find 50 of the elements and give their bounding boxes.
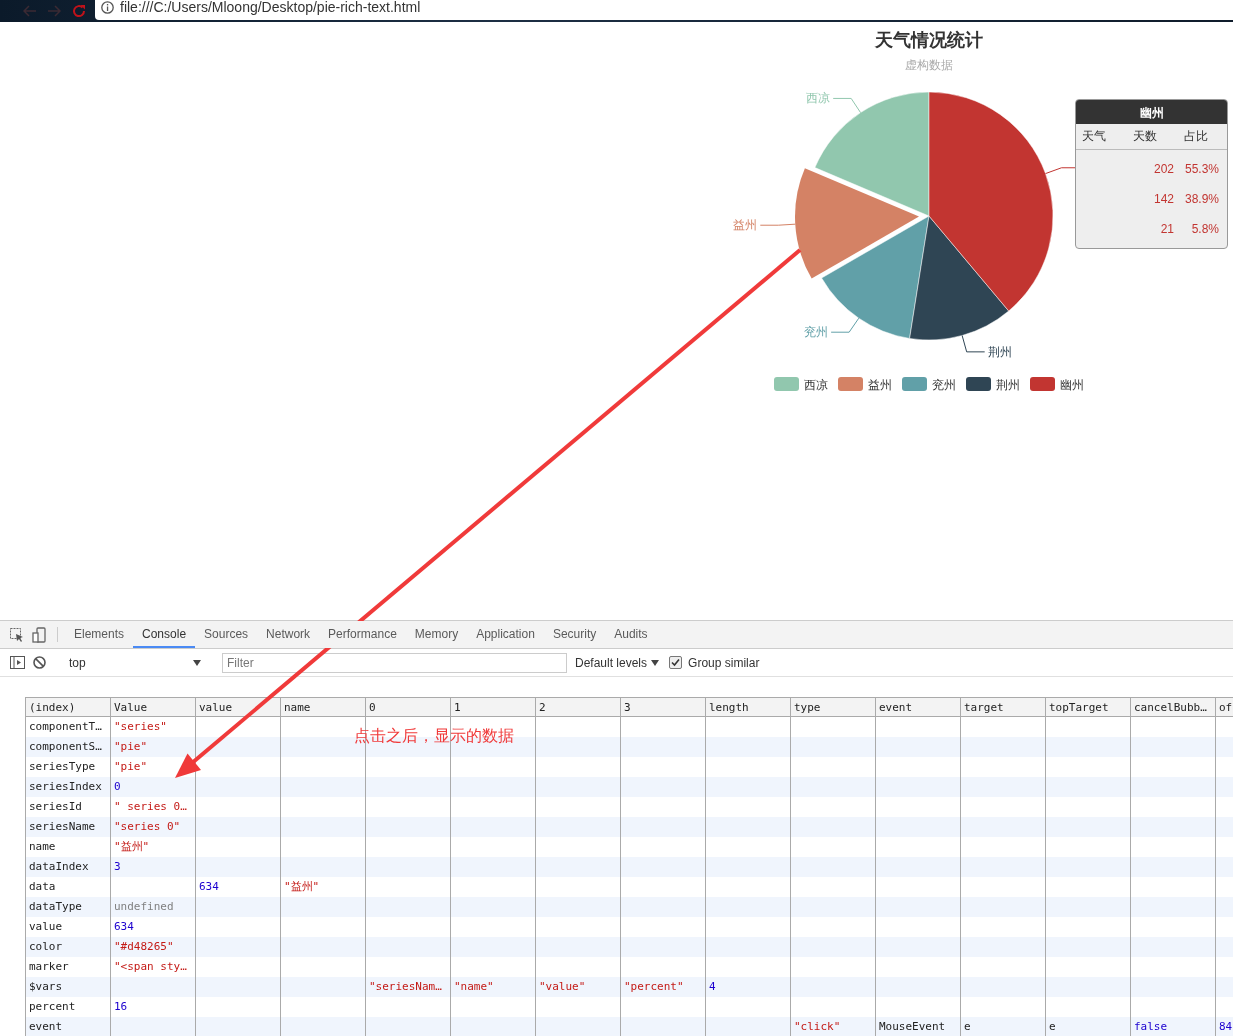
tooltip-title: 幽州 [1076,100,1227,124]
slice-label: 益州 [733,218,758,233]
legend-swatch[interactable] [838,377,863,391]
legend-swatch[interactable] [1030,377,1055,391]
pie-slice[interactable] [909,215,1009,341]
context-select[interactable]: top [65,655,205,670]
tooltip-value: 142 [1152,192,1174,206]
caret-icon [651,659,660,666]
tooltip-value: 5.8% [1190,222,1220,236]
table-cell: "click" [790,1017,875,1036]
legend-label[interactable]: 西凉 [804,378,828,392]
legend-swatch[interactable] [966,377,991,391]
legend-label[interactable]: 益州 [868,378,892,392]
table-cell: e [1045,1017,1130,1036]
tooltip-header: 天数 [1133,128,1158,145]
table-cell: false [1130,1017,1215,1036]
levels-dropdown[interactable]: Default levels [575,655,660,670]
legend-label[interactable]: 幽州 [1060,378,1084,392]
legend-swatch[interactable] [774,377,799,391]
pie-slice[interactable] [928,91,1054,312]
group-similar-checkbox[interactable] [669,656,683,669]
tooltip-value: 55.3% [1183,162,1220,176]
chart-title: 天气情况统计 [875,30,983,50]
slice-label: 兖州 [804,325,829,340]
filter-field[interactable]: Filter [222,652,567,673]
table-cell: MouseEvent [875,1017,960,1036]
tooltip-value: 21 [1159,222,1174,236]
table-cell: event [25,1017,110,1036]
tooltip-value: 38.9% [1183,192,1220,206]
slice-label: 西凉 [806,91,831,106]
tooltip-header: 占比 [1184,128,1209,145]
address-bar[interactable]: file:///C:/Users/Mloong/Desktop/pie-rich-text.html [95,0,1233,20]
checkbox-label: Group similar [688,655,760,670]
legend-swatch[interactable] [902,377,927,391]
tooltip-value: 202 [1152,162,1174,176]
chart-subtitle: 虚构数据 [905,58,953,72]
tooltip-header: 天气 [1082,128,1107,145]
reload-icon[interactable] [71,3,87,19]
table-cell: 84 [1215,1017,1233,1036]
leader-line [830,317,860,333]
info-icon[interactable] [101,0,114,14]
legend-label[interactable]: 兖州 [932,378,956,392]
leader-line [832,97,862,114]
legend-label[interactable]: 荆州 [996,378,1020,392]
caret-icon [193,659,201,666]
leader-line [961,335,986,353]
leader-line [759,223,796,226]
annotation-text: 点击之后，显示的数据 [354,726,514,746]
table-cell: e [960,1017,1045,1036]
slice-label: 荆州 [987,344,1012,359]
